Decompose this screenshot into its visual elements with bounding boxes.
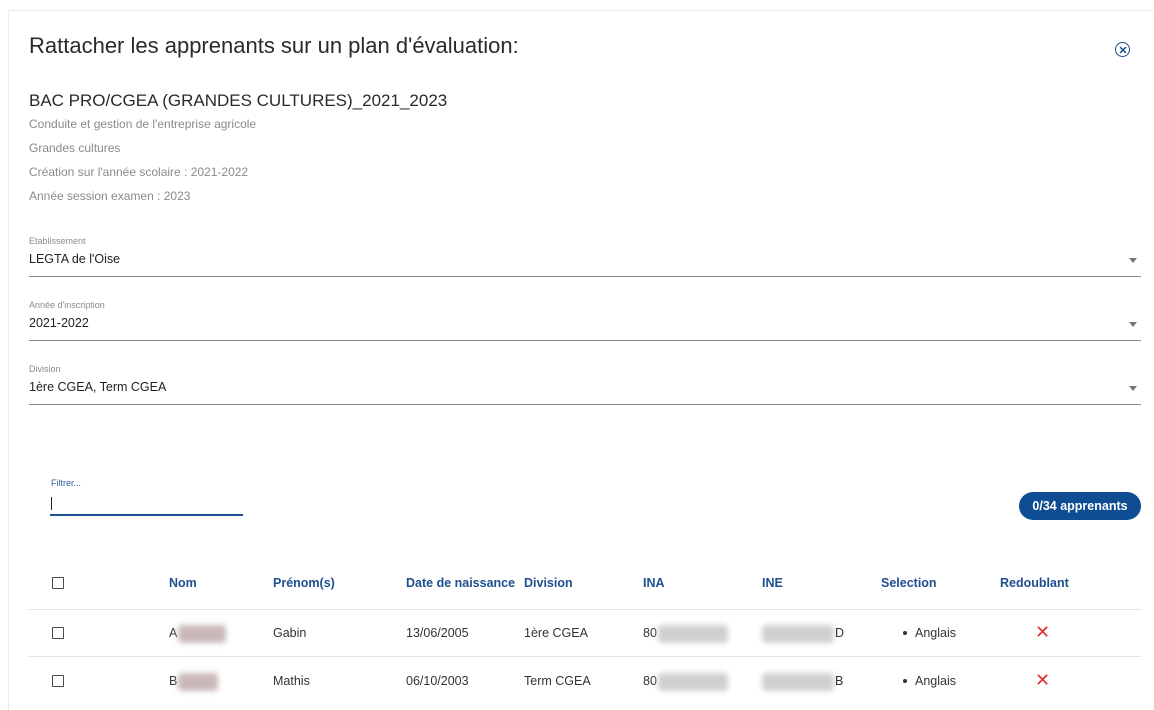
chevron-down-icon (1129, 258, 1137, 263)
column-header-date-naissance[interactable]: Date de naissance (406, 576, 515, 590)
plan-info-line: Grandes cultures (29, 141, 121, 155)
filter-label: Filtrer... (51, 478, 82, 488)
dialog-panel (8, 10, 1154, 710)
learners-count-badge[interactable]: 0/34 apprenants (1019, 492, 1141, 520)
cell-division: Term CGEA (524, 674, 591, 688)
annee-inscription-label: Année d'inscription (29, 300, 105, 310)
annee-inscription-value: 2021-2022 (29, 316, 89, 330)
selection-value: Anglais (915, 626, 956, 640)
cell-nom: B (169, 674, 178, 688)
annee-inscription-select[interactable]: Année d'inscription 2021-2022 (29, 300, 1141, 341)
column-header-ina[interactable]: INA (643, 576, 665, 590)
bullet-icon (903, 630, 907, 635)
row-divider (29, 656, 1141, 657)
cell-prenom: Gabin (273, 626, 307, 640)
plan-title: BAC PRO/CGEA (GRANDES CULTURES)_2021_202… (29, 91, 448, 110)
chevron-down-icon (1129, 322, 1137, 327)
column-header-nom[interactable]: Nom (169, 576, 197, 590)
etablissement-label: Etablissement (29, 236, 86, 246)
select-all-checkbox[interactable] (52, 577, 64, 589)
column-header-redoublant[interactable]: Redoublant (1000, 576, 1069, 590)
dialog-title: Rattacher les apprenants sur un plan d'é… (29, 33, 519, 58)
cell-selection: Anglais (903, 674, 956, 688)
etablissement-value: LEGTA de l'Oise (29, 252, 121, 266)
cell-selection: Anglais (903, 626, 956, 640)
redacted-name (178, 625, 226, 643)
cell-nom: A (169, 626, 178, 640)
selection-value: Anglais (915, 674, 956, 688)
column-header-ine[interactable]: INE (762, 576, 783, 590)
cell-date-naissance: 13/06/2005 (406, 626, 469, 640)
close-circle-icon[interactable] (1115, 42, 1130, 57)
plan-info-line: Création sur l'année scolaire : 2021-202… (29, 165, 249, 179)
cell-division: 1ère CGEA (524, 626, 588, 640)
filter-input[interactable] (50, 494, 243, 516)
plan-info-line: Conduite et gestion de l'entreprise agri… (29, 117, 257, 131)
column-header-prenom[interactable]: Prénom(s) (273, 576, 335, 590)
close-icon: ✕ (1035, 670, 1051, 690)
division-label: Division (29, 364, 61, 374)
bullet-icon (903, 678, 907, 683)
cell-prenom: Mathis (273, 674, 310, 688)
redacted-ina (658, 625, 728, 643)
cell-ine-suffix: B (835, 674, 844, 688)
column-header-selection[interactable]: Selection (881, 576, 937, 590)
etablissement-select[interactable]: Etablissement LEGTA de l'Oise (29, 236, 1141, 277)
cell-date-naissance: 06/10/2003 (406, 674, 469, 688)
text-cursor (51, 497, 52, 510)
chevron-down-icon (1129, 386, 1137, 391)
redacted-name (178, 673, 218, 691)
redacted-ine (762, 673, 834, 691)
close-x-glyph (1119, 46, 1126, 53)
close-icon: ✕ (1035, 622, 1051, 642)
column-header-division[interactable]: Division (524, 576, 573, 590)
redacted-ine (762, 625, 834, 643)
division-select[interactable]: Division 1ère CGEA, Term CGEA (29, 364, 1141, 405)
redacted-ina (658, 673, 728, 691)
row-divider (29, 609, 1141, 610)
plan-info-line: Année session examen : 2023 (29, 189, 191, 203)
cell-ine-suffix: D (835, 626, 845, 640)
division-value: 1ère CGEA, Term CGEA (29, 380, 167, 394)
cell-ina: 80 (643, 674, 657, 688)
cell-ina: 80 (643, 626, 657, 640)
row-checkbox[interactable] (52, 675, 64, 687)
row-checkbox[interactable] (52, 627, 64, 639)
